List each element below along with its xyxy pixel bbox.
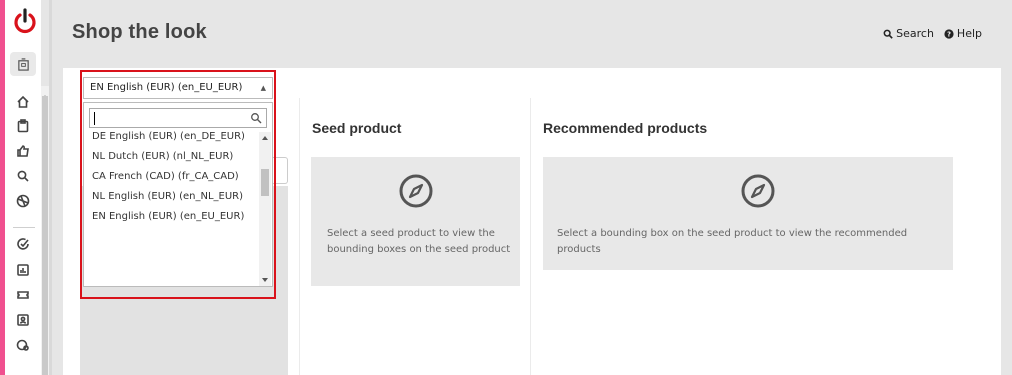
seed-product-title: Seed product [312,120,402,136]
locale-option[interactable]: EN English (EUR) (en_EU_EUR) [84,208,259,228]
seed-product-message: Select a seed product to view the boundi… [327,228,511,255]
recommended-products-message: Select a bounding box on the seed produc… [557,228,908,255]
sidebar-scroll-thumb[interactable] [42,96,48,375]
locale-search-input[interactable] [89,108,267,128]
chart-icon[interactable] [15,262,31,278]
scroll-up-arrow-icon[interactable] [262,136,268,140]
locale-option[interactable]: CA French (CAD) (fr_CA_CAD) [84,168,259,188]
page-title: Shop the look [72,21,207,43]
clipboard-icon[interactable] [15,118,31,134]
search-icon [883,29,893,39]
compass-icon [399,174,433,208]
thumbs-up-icon[interactable] [15,143,31,159]
locale-options-scrollbar[interactable] [259,132,271,286]
locale-option[interactable]: NL Dutch (EUR) (nl_NL_EUR) [84,148,259,168]
locale-option[interactable]: DE English (EUR) (en_DE_EUR) [84,131,259,148]
column-divider [530,98,531,375]
check-badge-icon[interactable] [15,236,31,252]
column-divider [299,98,300,375]
sidebar [5,0,41,375]
settings-icon[interactable] [15,337,31,353]
locale-option[interactable]: NL English (EUR) (en_NL_EUR) [84,188,259,208]
locale-select-value: EN English (EUR) (en_EU_EUR) [90,82,243,93]
scroll-up-arrow-icon[interactable] [42,86,48,99]
text-cursor [94,112,95,125]
search-icon[interactable] [15,168,31,184]
recommended-products-title: Recommended products [543,120,708,136]
globe-icon[interactable] [15,193,31,209]
id-card-icon[interactable] [15,312,31,328]
scroll-down-arrow-icon[interactable] [262,278,268,282]
search-link-label: Search [896,27,934,40]
sidebar-divider [13,227,35,228]
help-link[interactable]: ? Help [944,27,982,40]
sidebar-edge [49,0,52,375]
caret-up-icon: ▲ [260,84,266,92]
search-icon [251,113,262,124]
building-icon[interactable] [10,52,36,76]
window-edge [1004,0,1012,375]
home-icon[interactable] [15,94,31,110]
help-link-label: Help [956,27,982,40]
recommended-products-placeholder: Select a bounding box on the seed produc… [543,157,953,270]
ticket-icon[interactable] [15,287,31,303]
compass-icon [741,174,775,208]
sidebar-scrollbar[interactable] [41,86,49,375]
locale-options-list: DE English (EUR) (en_DE_EUR) NL Dutch (E… [83,102,273,287]
header-actions: Search ? Help [883,27,982,40]
svg-text:?: ? [947,30,951,38]
seed-product-placeholder: Select a seed product to view the boundi… [311,157,520,286]
locale-select[interactable]: EN English (EUR) (en_EU_EUR) ▲ [83,77,273,99]
locale-options-scroll-thumb[interactable] [261,169,269,196]
locale-options: DE English (EUR) (en_DE_EUR) NL Dutch (E… [84,131,259,287]
power-icon[interactable] [13,8,37,36]
search-link[interactable]: Search [883,27,934,40]
help-icon: ? [944,28,954,39]
